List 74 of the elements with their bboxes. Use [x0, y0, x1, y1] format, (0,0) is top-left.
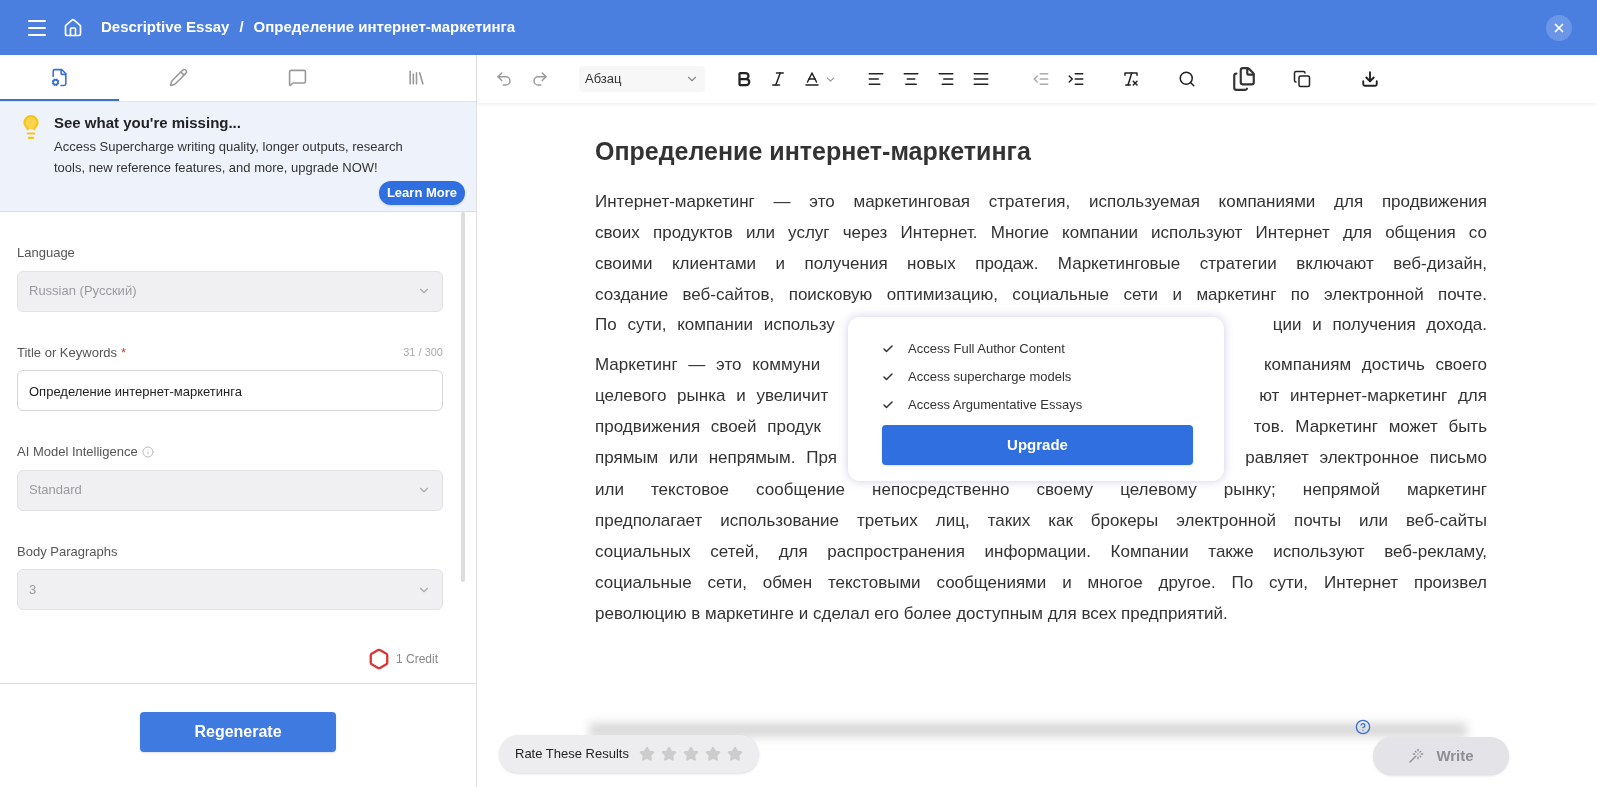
- paragraph-text-fragment: По сути, компании использу: [595, 314, 835, 337]
- field-label: Title or Keywords: [17, 343, 117, 362]
- paragraph-text-fragment: равляет электронное письмо: [1245, 447, 1487, 470]
- home-icon[interactable]: [63, 17, 83, 38]
- rating-star[interactable]: [704, 746, 721, 762]
- bold-icon[interactable]: [735, 70, 753, 88]
- clear-format-icon[interactable]: [1122, 70, 1140, 88]
- credit-count: 1 Credit: [395, 651, 438, 668]
- paragraph-text-fragment: компаниям достичь своего: [1263, 354, 1487, 377]
- align-left-icon[interactable]: [867, 70, 885, 88]
- paragraph-text-fragment: продвижения своей продук: [595, 416, 821, 439]
- help-icon[interactable]: [1355, 719, 1371, 735]
- paragraph-text-fragment: целевого рынка и увеличит: [595, 385, 829, 408]
- paragraph-line: Интернет-маркетинг — это маркетинговая стратегия, используемая компаниями для продвижения: [595, 190, 1487, 213]
- promo-text: Access Supercharge writing quality, longer outputs, research tools, new reference features, and more, upgrade NOW!: [54, 137, 404, 177]
- check-icon: [882, 343, 894, 355]
- field-label: Body Paragraphs: [17, 542, 118, 561]
- character-counter: 31 / 300: [403, 345, 443, 360]
- paragraph-line: или текстовое сообщение непосредственно своему целевому рынку; непрямой маркетинг: [595, 478, 1487, 501]
- document-title: Определение интернет-маркетинга: [595, 136, 1032, 167]
- block-format-select[interactable]: Абзац: [579, 66, 705, 92]
- align-right-icon[interactable]: [937, 70, 955, 88]
- paragraph-text-fragment: тов. Маркетинг может быть: [1253, 416, 1487, 439]
- rating-star[interactable]: [682, 746, 699, 762]
- paragraph-text-fragment: прямым или непрямым. Пря: [595, 447, 837, 470]
- title-input-field[interactable]: Определение интернет-маркетинга: [17, 370, 443, 411]
- wand-icon: [1408, 748, 1425, 764]
- feature-text: Access Argumentative Essays: [908, 396, 1083, 415]
- field-label: Language: [17, 244, 75, 262]
- paragraph-text-fragment: ют интернет-маркетинг для: [1259, 385, 1487, 408]
- paragraph-line: социальные сети, обмен текстовыми сообщениями и многое другое. По сути, Интернет произвел: [595, 571, 1487, 594]
- paragraph-line: своими клиентами и получения новых продаж. Маркетинговые стратегии включают веб-дизайн,: [595, 252, 1487, 275]
- align-center-icon[interactable]: [902, 70, 920, 88]
- paragraph-line: своих продуктов или услуг через Интернет. Многие компании используют Интернет для общения со: [595, 221, 1487, 244]
- credit-icon: [367, 648, 390, 670]
- upgrade-button[interactable]: Upgrade: [882, 425, 1193, 465]
- field-label: AI Model Intelligence: [17, 443, 138, 461]
- promo-title: See what you're missing...: [54, 113, 242, 133]
- paragraph-text-fragment: ции и получения дохода.: [1272, 314, 1487, 337]
- library-icon: [407, 67, 426, 87]
- pencil-icon: [169, 67, 188, 87]
- copy-icon[interactable]: [1293, 70, 1311, 88]
- download-icon[interactable]: [1361, 70, 1379, 88]
- rating-label: Rate These Results: [515, 745, 629, 764]
- page-title: Определение интернет-маркетинга: [253, 17, 516, 38]
- close-button[interactable]: [1546, 14, 1572, 41]
- breadcrumb-link[interactable]: Descriptive Essay: [101, 16, 230, 39]
- feature-text: Access Full Author Content: [908, 340, 1065, 359]
- feature-text: Access supercharge models: [908, 368, 1072, 387]
- outdent-icon[interactable]: [1032, 70, 1050, 88]
- required-mark: *: [120, 343, 126, 362]
- paragraph-text-fragment: Маркетинг — это коммуни: [595, 354, 821, 377]
- check-icon: [882, 399, 894, 411]
- documents-icon[interactable]: [1231, 66, 1257, 92]
- paragraph-line: создание веб-сайтов, поисковую оптимизацию, социальные сети и маркетинг по электронной почте.: [595, 283, 1487, 306]
- breadcrumb-separator: /: [239, 17, 244, 38]
- comment-icon: [288, 67, 307, 87]
- align-justify-icon[interactable]: [972, 70, 990, 88]
- indent-icon[interactable]: [1067, 70, 1085, 88]
- check-icon: [882, 371, 894, 383]
- regenerate-button[interactable]: Regenerate: [140, 712, 336, 752]
- paragraph-line: революцию в маркетинге и сделал его более доступным для всех предприятий.: [595, 602, 1229, 625]
- settings-icon: [50, 67, 69, 87]
- paragraph-line: предполагает использование третьих лиц, таких как брокеры электронной почты или веб-сайты: [595, 509, 1487, 532]
- search-icon[interactable]: [1178, 70, 1196, 88]
- undo-icon[interactable]: [495, 70, 513, 88]
- paragraph-line: социальных сетей, для распространения информации. Компании также используют веб-рекламу,: [595, 540, 1487, 563]
- italic-icon[interactable]: [769, 70, 787, 88]
- redo-icon[interactable]: [531, 70, 549, 88]
- rating-star[interactable]: [726, 746, 743, 762]
- text-color-icon[interactable]: [803, 70, 821, 88]
- rating-star[interactable]: [660, 746, 677, 762]
- rating-star[interactable]: [638, 746, 655, 762]
- learn-more-button[interactable]: Learn More: [378, 181, 465, 205]
